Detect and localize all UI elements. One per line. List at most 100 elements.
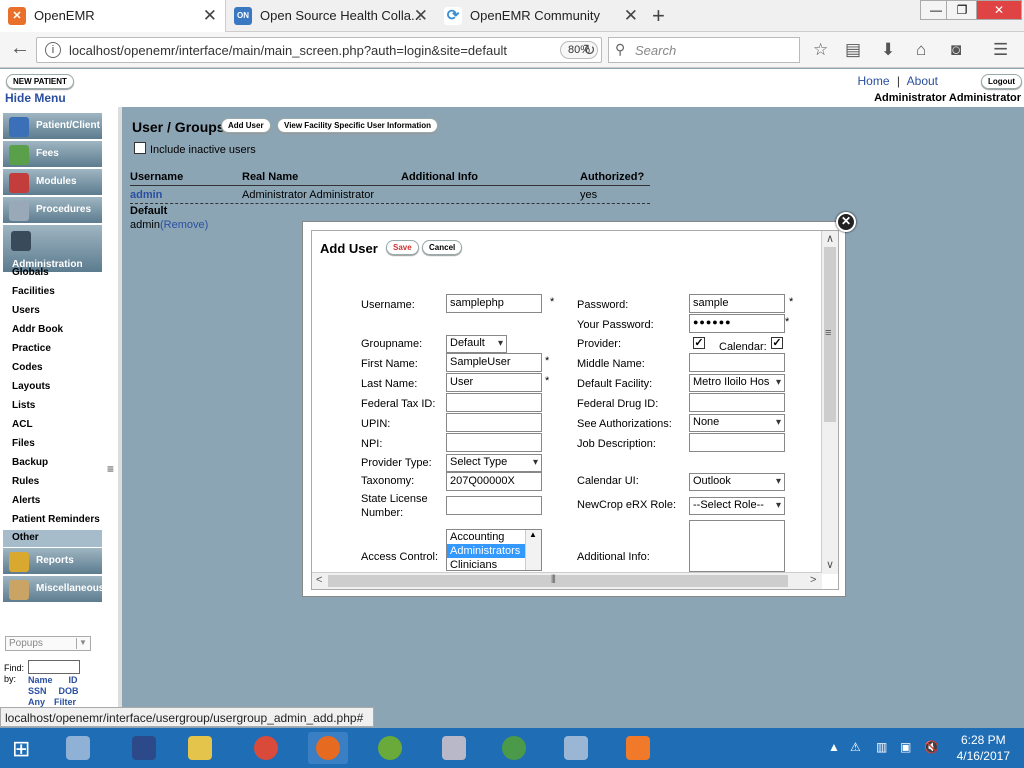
bookmark-star-icon[interactable]: ☆ xyxy=(813,40,828,60)
menu-item-lists[interactable]: Lists xyxy=(12,400,35,411)
menu-other[interactable]: Other xyxy=(3,530,102,547)
menu-item-files[interactable]: Files xyxy=(12,438,35,449)
menu-item-backup[interactable]: Backup xyxy=(12,457,48,468)
remove-link[interactable]: (Remove) xyxy=(160,219,208,231)
user-row-username[interactable]: admin xyxy=(130,189,162,201)
menu-item-users[interactable]: Users xyxy=(12,305,40,316)
tab-openemr[interactable]: ✕ OpenEMR ✕ xyxy=(0,0,226,32)
tray-network-warning-icon[interactable]: ⚠ xyxy=(850,740,861,754)
find-by-id[interactable]: ID xyxy=(53,675,78,685)
scroll-left-icon[interactable]: < xyxy=(316,574,322,586)
vertical-scrollbar[interactable]: ∧ ≡ ∨ xyxy=(821,231,838,574)
access-control-listbox[interactable]: Accounting Administrators Clinicians ▲ xyxy=(446,529,542,571)
default-facility-select[interactable]: Metro Iloilo Hos ▾ xyxy=(689,374,785,392)
url-bar[interactable]: i localhost/openemr/interface/main/main_… xyxy=(36,37,602,63)
tray-volume-muted-icon[interactable]: 🔇 xyxy=(924,740,939,754)
menu-procedures[interactable]: Procedures xyxy=(3,197,102,224)
menu-patient-client[interactable]: Patient/Client xyxy=(3,113,102,140)
menu-item-facilities[interactable]: Facilities xyxy=(12,286,55,297)
provider-checkbox[interactable]: ✓ xyxy=(693,337,705,349)
taskbar-file-explorer[interactable] xyxy=(180,732,220,764)
home-link[interactable]: Home xyxy=(857,74,889,88)
close-window-button[interactable]: ✕ xyxy=(976,0,1022,20)
middle-name-input[interactable] xyxy=(689,353,785,372)
taskbar-chrome[interactable] xyxy=(246,732,286,764)
close-tab-icon[interactable]: ✕ xyxy=(414,6,428,26)
scroll-down-icon[interactable]: ∨ xyxy=(826,558,834,571)
windows-start-icon[interactable]: ⊞ xyxy=(12,736,30,762)
calendar-ui-select[interactable]: Outlook ▾ xyxy=(689,473,785,491)
menu-fees[interactable]: Fees xyxy=(3,141,102,168)
about-link[interactable]: About xyxy=(907,74,938,88)
menu-item-patient-reminders[interactable]: Patient Reminders xyxy=(12,514,100,525)
find-input[interactable] xyxy=(28,660,80,674)
taskbar-powershell[interactable] xyxy=(124,732,164,764)
menu-item-globals[interactable]: Globals xyxy=(12,267,49,278)
menu-item-practice[interactable]: Practice xyxy=(12,343,51,354)
menu-item-layouts[interactable]: Layouts xyxy=(12,381,50,392)
reading-list-icon[interactable]: ▤ xyxy=(845,40,861,60)
close-tab-icon[interactable]: ✕ xyxy=(203,6,217,26)
calendar-checkbox[interactable]: ✓ xyxy=(771,337,783,349)
add-user-button[interactable]: Add User xyxy=(221,118,271,133)
menu-reports[interactable]: Reports xyxy=(3,548,102,575)
scroll-up-icon[interactable]: ∧ xyxy=(826,232,834,245)
tray-device-icon[interactable]: ▥ xyxy=(876,740,887,754)
taskbar-server-manager[interactable] xyxy=(58,732,98,764)
find-by-dob[interactable]: DOB xyxy=(47,686,79,696)
reload-icon[interactable]: ↻ xyxy=(583,41,596,59)
new-tab-button[interactable]: + xyxy=(652,3,665,29)
menu-item-acl[interactable]: ACL xyxy=(12,419,33,430)
view-facility-user-info-button[interactable]: View Facility Specific User Information xyxy=(277,118,439,133)
find-by-ssn[interactable]: SSN xyxy=(28,686,47,696)
menu-miscellaneous[interactable]: Miscellaneous xyxy=(3,576,104,603)
state-license-input[interactable] xyxy=(446,496,542,515)
horizontal-scrollbar[interactable]: < ⦀ > xyxy=(312,572,822,589)
username-input[interactable]: samplephp xyxy=(446,294,542,313)
taskbar-firefox[interactable] xyxy=(308,732,348,764)
close-dialog-icon[interactable]: ✕ xyxy=(836,212,856,232)
restore-button[interactable]: ❐ xyxy=(946,0,978,20)
home-icon[interactable]: ⌂ xyxy=(916,40,926,60)
federal-tax-input[interactable] xyxy=(446,393,542,412)
cancel-button[interactable]: Cancel xyxy=(422,240,463,255)
your-password-input[interactable]: ●●●●●● xyxy=(689,314,785,333)
info-icon[interactable]: i xyxy=(45,42,61,58)
last-name-input[interactable]: User xyxy=(446,373,542,392)
include-inactive-checkbox[interactable] xyxy=(134,142,146,154)
menu-administration[interactable]: Administration xyxy=(3,225,102,273)
taskbar-control-panel[interactable] xyxy=(556,732,596,764)
newcrop-role-select[interactable]: --Select Role-- ▾ xyxy=(689,497,785,515)
menu-item-alerts[interactable]: Alerts xyxy=(12,495,40,506)
npi-input[interactable] xyxy=(446,433,542,452)
frame-resize-grip-icon[interactable]: ≡ xyxy=(107,462,114,476)
scroll-right-icon[interactable]: > xyxy=(810,574,816,586)
groupname-select[interactable]: Default ▾ xyxy=(446,335,507,353)
pocket-icon[interactable]: ◙ xyxy=(951,40,961,60)
tab-open-source-health[interactable]: ON Open Source Health Colla... ✕ xyxy=(226,0,436,32)
find-by-name[interactable]: Name xyxy=(28,675,53,685)
taskbar-app-servers[interactable] xyxy=(434,732,474,764)
hide-menu-link[interactable]: Hide Menu xyxy=(5,91,66,105)
download-icon[interactable]: ⬇ xyxy=(881,40,895,60)
taskbar-clock[interactable]: 6:28 PM 4/16/2017 xyxy=(957,732,1010,764)
tab-openemr-community[interactable]: ⟳ OpenEMR Community ✕ xyxy=(436,0,646,32)
upin-input[interactable] xyxy=(446,413,542,432)
provider-type-select[interactable]: Select Type ▾ xyxy=(446,454,542,472)
popups-select[interactable]: Popups ▼ xyxy=(5,636,91,651)
back-arrow-icon[interactable]: ← xyxy=(10,37,30,60)
find-filter[interactable]: Filter xyxy=(45,697,76,707)
taskbar-network-app[interactable] xyxy=(494,732,534,764)
taskbar-utorrent[interactable] xyxy=(370,732,410,764)
taxonomy-input[interactable]: 207Q00000X xyxy=(446,472,542,491)
menu-item-addr-book[interactable]: Addr Book xyxy=(12,324,63,335)
logout-button[interactable]: Logout xyxy=(981,74,1023,89)
menu-modules[interactable]: Modules xyxy=(3,169,102,196)
password-input[interactable]: sample xyxy=(689,294,785,313)
additional-info-textarea[interactable] xyxy=(689,520,785,572)
search-input[interactable]: ⚲ Search xyxy=(608,37,800,63)
menu-item-codes[interactable]: Codes xyxy=(12,362,43,373)
job-description-input[interactable] xyxy=(689,433,785,452)
federal-drug-input[interactable] xyxy=(689,393,785,412)
chevron-up-icon[interactable]: ▲ xyxy=(529,530,537,539)
